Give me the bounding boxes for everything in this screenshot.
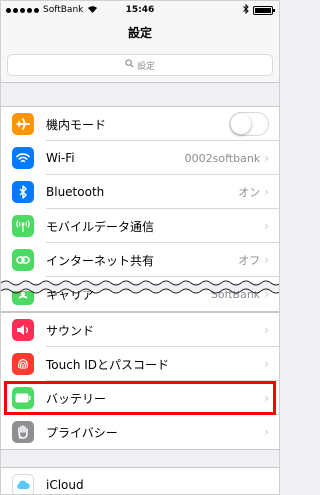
settings-row-sound[interactable]: サウンド › bbox=[1, 313, 279, 347]
settings-row-mobile-data[interactable]: モバイルデータ通信 › bbox=[1, 209, 279, 243]
row-value: 0002softbank bbox=[184, 151, 261, 165]
airplane-mode-toggle[interactable] bbox=[229, 112, 269, 136]
chevron-right-icon: › bbox=[264, 357, 269, 371]
page-title: 設定 bbox=[1, 19, 279, 47]
sound-icon bbox=[12, 319, 34, 341]
row-value: オフ bbox=[238, 254, 261, 267]
hotspot-icon bbox=[12, 249, 34, 271]
settings-row-personal-hotspot[interactable]: インターネット共有 オフ › bbox=[1, 243, 279, 277]
search-icon bbox=[125, 59, 134, 71]
row-label: モバイルデータ通信 bbox=[46, 219, 155, 234]
fingerprint-icon bbox=[12, 353, 34, 375]
row-label: Wi-Fi bbox=[46, 151, 75, 165]
chevron-right-icon: › bbox=[264, 151, 269, 165]
bluetooth-status-icon bbox=[243, 3, 249, 17]
airplane-icon bbox=[12, 113, 34, 135]
settings-group-accounts: iCloud bbox=[1, 467, 279, 494]
settings-row-icloud[interactable]: iCloud bbox=[1, 468, 279, 494]
wifi-icon bbox=[12, 147, 34, 169]
page-cut-divider bbox=[1, 280, 279, 294]
settings-row-airplane-mode[interactable]: 機内モード bbox=[1, 107, 279, 141]
cellular-icon bbox=[12, 215, 34, 237]
chevron-right-icon: › bbox=[264, 425, 269, 439]
settings-row-wifi[interactable]: Wi-Fi 0002softbank › bbox=[1, 141, 279, 175]
chevron-right-icon: › bbox=[264, 185, 269, 199]
chevron-right-icon: › bbox=[264, 253, 269, 267]
battery-status-icon bbox=[253, 6, 275, 15]
search-placeholder: 設定 bbox=[136, 61, 155, 72]
settings-row-touch-id[interactable]: Touch IDとパスコード › bbox=[1, 347, 279, 381]
privacy-hand-icon bbox=[12, 421, 34, 443]
row-label: Touch IDとパスコード bbox=[46, 357, 170, 372]
search-input[interactable]: 設定 bbox=[7, 54, 273, 76]
row-label: インターネット共有 bbox=[46, 253, 155, 268]
battery-row-highlight bbox=[4, 381, 276, 415]
status-bar: SoftBank 15:46 bbox=[1, 1, 279, 19]
chevron-right-icon: › bbox=[264, 219, 269, 233]
row-label: プライバシー bbox=[46, 425, 118, 440]
icloud-icon bbox=[12, 474, 34, 494]
row-label: サウンド bbox=[46, 323, 95, 338]
settings-row-bluetooth[interactable]: Bluetooth オン › bbox=[1, 175, 279, 209]
row-label: iCloud bbox=[46, 478, 84, 492]
chevron-right-icon: › bbox=[264, 323, 269, 337]
row-label: Bluetooth bbox=[46, 185, 105, 199]
search-bar: 設定 bbox=[1, 47, 279, 83]
settings-screen: SoftBank 15:46 設定 設定 機内モード Wi-Fi 0002sof… bbox=[0, 0, 280, 495]
bluetooth-icon bbox=[12, 181, 34, 203]
row-value: オン bbox=[238, 186, 261, 199]
row-label: 機内モード bbox=[46, 117, 107, 132]
clock: 15:46 bbox=[125, 5, 155, 15]
settings-row-privacy[interactable]: プライバシー › bbox=[1, 415, 279, 449]
